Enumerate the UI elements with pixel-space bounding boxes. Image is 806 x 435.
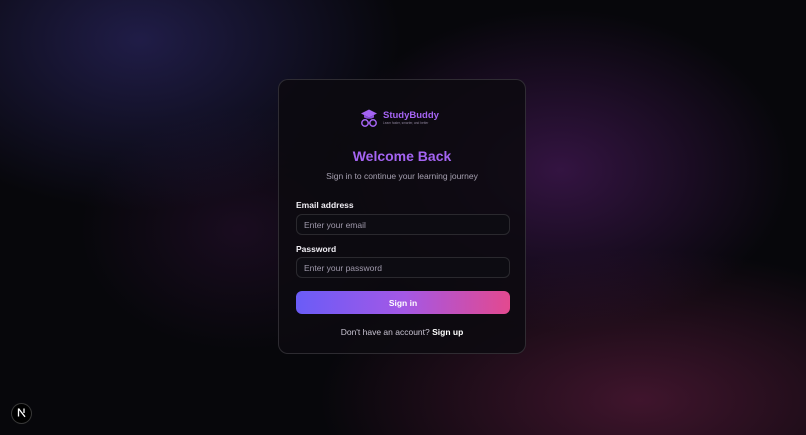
sign-in-button[interactable]: Sign in — [296, 291, 510, 314]
brand-text: StudyBuddy Learn faster, smarter, and be… — [383, 111, 439, 126]
brand-name: StudyBuddy — [383, 109, 439, 121]
page-subtitle: Sign in to continue your learning journe… — [326, 171, 478, 181]
email-field[interactable] — [296, 214, 510, 235]
signup-prompt-text: Don't have an account? — [340, 327, 430, 337]
login-card: StudyBuddy Learn faster, smarter, and be… — [278, 79, 526, 354]
page-title: Welcome Back — [352, 148, 452, 164]
password-field[interactable] — [296, 257, 510, 278]
brand-tagline: Learn faster, smarter, and better — [383, 121, 429, 126]
graduation-cap-glasses-icon — [359, 108, 379, 128]
nextjs-logo-icon — [16, 405, 27, 423]
nextjs-dev-badge[interactable] — [11, 403, 32, 424]
password-label: Password — [296, 244, 337, 254]
sign-up-link[interactable]: Sign up — [432, 327, 463, 337]
signup-prompt: Don't have an account? Sign up — [279, 327, 525, 337]
email-label: Email address — [296, 200, 354, 210]
brand-logo: StudyBuddy Learn faster, smarter, and be… — [359, 108, 439, 128]
